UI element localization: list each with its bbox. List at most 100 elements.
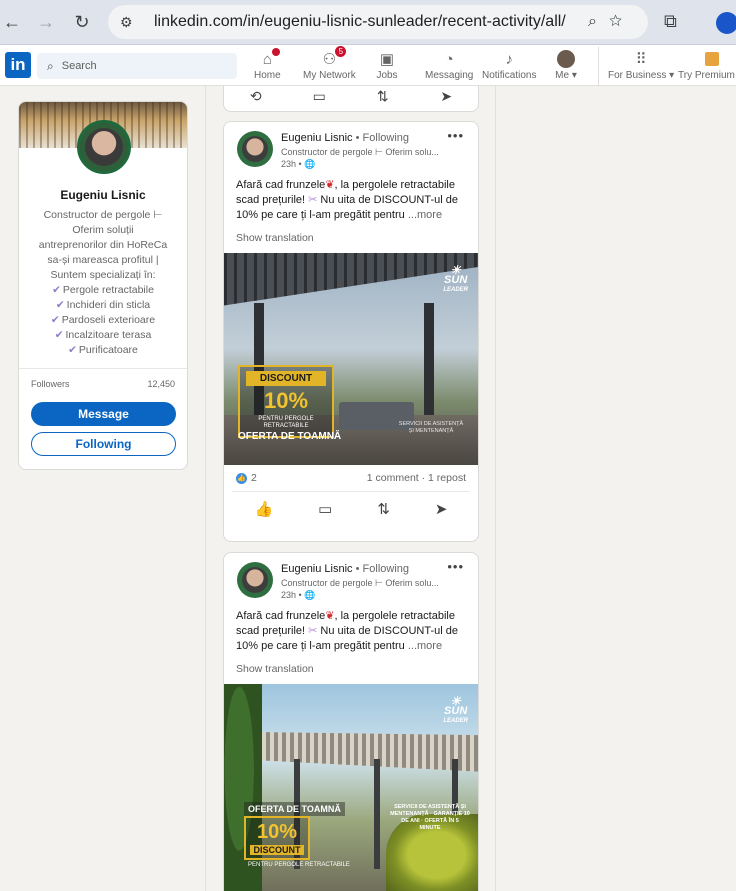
- right-empty-area: [497, 86, 736, 891]
- nav-try-premium[interactable]: Try Premium fo: [678, 50, 736, 81]
- url-text: linkedin.com/in/eugeniu-lisnic-sunleader…: [154, 13, 566, 30]
- author-avatar[interactable]: [237, 562, 273, 598]
- author-subtitle: Constructor de pergole ⊢ Oferim solu...: [281, 578, 439, 588]
- reload-icon[interactable]: ↻: [70, 10, 94, 34]
- specialty-item: ✔ Incalzitoare terasa: [54, 329, 152, 341]
- network-icon: ⚇ 5: [318, 46, 347, 68]
- nav-divider: [598, 47, 599, 85]
- home-dot-badge: [272, 48, 281, 56]
- specialty-item: ✔ Pardoseli exterioare: [50, 314, 156, 326]
- promo-box: DISCOUNT 10% PENTRU PERGOLE RETRACTABILE: [238, 365, 334, 438]
- avatar-icon: [555, 50, 577, 68]
- comment-repost-count[interactable]: 1 comment · 1 repost: [367, 472, 466, 484]
- nav-home[interactable]: ⌂ Home: [254, 48, 281, 81]
- nav-for-business[interactable]: ⠿ For Business ▾: [608, 50, 674, 81]
- profile-name[interactable]: Eugeniu Lisnic: [19, 188, 187, 202]
- chat-icon: ◔: [444, 50, 454, 68]
- check-icon: ✔: [68, 344, 77, 356]
- post-action-bar: 👍 ▭ ⇅ ➤: [232, 491, 470, 527]
- nav-my-network[interactable]: ⚇ 5 My Network: [303, 46, 356, 81]
- show-translation-link[interactable]: Show translation: [224, 654, 478, 675]
- promo-box: 10% DISCOUNT: [244, 816, 310, 860]
- maple-leaf-icon: ❦: [325, 610, 335, 622]
- forward-arrow-icon[interactable]: →: [34, 10, 58, 34]
- nav-home-label: Home: [254, 70, 281, 81]
- profile-avatar[interactable]: [77, 120, 131, 174]
- search-input[interactable]: ⌕ Search: [37, 53, 237, 79]
- headline-line: Suntem specializați în:: [50, 269, 156, 281]
- back-arrow-icon[interactable]: ←: [0, 10, 24, 34]
- check-icon: ✔: [50, 314, 60, 326]
- author-avatar[interactable]: [237, 131, 273, 167]
- search-placeholder: Search: [61, 60, 97, 72]
- post-header: Eugeniu Lisnic • Following Constructor d…: [224, 122, 478, 172]
- address-bar[interactable]: ⚙ linkedin.com/in/eugeniu-lisnic-sunlead…: [108, 5, 648, 39]
- nav-notifications-label: Notifications: [482, 70, 537, 81]
- like-icon[interactable]: ⟲: [241, 88, 271, 105]
- bookmark-star-icon[interactable]: ☆: [609, 13, 634, 30]
- nav-jobs-label: Jobs: [376, 70, 398, 81]
- sunleader-logo: ☀ SUN LEADER: [443, 263, 468, 293]
- repost-icon[interactable]: ⇅: [368, 88, 398, 105]
- zoom-icon[interactable]: ⌕: [588, 13, 609, 30]
- send-icon[interactable]: ➤: [435, 500, 448, 518]
- post-text: Afară cad frunzele❦, la pergolele retrac…: [236, 610, 458, 652]
- author-name[interactable]: Eugeniu Lisnic • Following: [281, 563, 409, 575]
- network-badge: 5: [335, 46, 347, 57]
- show-translation-link[interactable]: Show translation: [224, 223, 478, 244]
- see-more-link[interactable]: ...more: [408, 640, 442, 652]
- promo-offer-text: OFERTA DE TOAMNĂ: [238, 431, 342, 442]
- repost-icon[interactable]: ⇅: [377, 500, 390, 518]
- globe-icon: 🌐: [304, 590, 316, 600]
- linkedin-navbar: in ⌕ Search ⌂ Home ⚇ 5 My Network ▣ Jobs …: [0, 45, 736, 86]
- promo-side-note: SERVICII DE ASISTENȚĂ ȘI MENTENANȚĂ: [398, 421, 464, 434]
- search-icon: ⌕: [47, 58, 54, 73]
- post-image[interactable]: ☀ SUN LEADER DISCOUNT 10% PENTRU PERGOLE R…: [224, 253, 478, 465]
- see-more-link[interactable]: ...more: [408, 209, 442, 221]
- post-time: 23h • 🌐: [281, 590, 316, 600]
- headline-line: Constructor de pergole ⊢: [43, 209, 163, 221]
- grid-icon: ⠿: [635, 51, 647, 68]
- sunleader-logo: ☀ SUN LEADER: [443, 694, 468, 724]
- more-options-icon[interactable]: •••: [447, 559, 464, 574]
- home-icon: ⌂: [256, 48, 281, 68]
- thumbs-up-icon: 👍: [236, 472, 247, 484]
- tag-emoji-icon: ✂: [308, 194, 318, 206]
- premium-icon: [701, 50, 723, 68]
- nav-notifications[interactable]: ♪ Notifications: [482, 50, 537, 82]
- like-icon[interactable]: 👍: [254, 500, 273, 518]
- profile-headline: Constructor de pergole ⊢ Oferim soluții …: [29, 208, 177, 358]
- maple-leaf-icon: ❦: [325, 179, 335, 191]
- author-subtitle: Constructor de pergole ⊢ Oferim solu...: [281, 147, 439, 157]
- browser-profile-icon[interactable]: [716, 12, 736, 34]
- nav-jobs[interactable]: ▣ Jobs: [376, 50, 398, 81]
- message-button[interactable]: Message: [31, 402, 176, 426]
- promo-small-text: PENTRU PERGOLE RETRACTABILE: [248, 862, 350, 868]
- followers-count: 12,450: [147, 379, 175, 389]
- linkedin-logo-icon[interactable]: in: [5, 52, 31, 78]
- previous-post-actions: ⟲ ▭ ⇅ ➤: [223, 86, 479, 112]
- specialty-item: ✔ Pergole retractabile: [52, 284, 154, 296]
- post-image[interactable]: ☀ SUN LEADER OFERTA DE TOAMNĂ 10% DISCOUNT…: [224, 684, 478, 891]
- nav-try-premium-label: Try Premium fo: [678, 70, 736, 81]
- nav-messaging[interactable]: ◔ Messaging: [425, 50, 473, 82]
- browser-toolbar: ← → ↻ ⚙ linkedin.com/in/eugeniu-lisnic-s…: [0, 0, 736, 45]
- extensions-icon[interactable]: ⧉: [664, 11, 677, 32]
- nav-for-business-label: For Business ▾: [608, 70, 675, 81]
- globe-icon: 🌐: [304, 159, 316, 169]
- site-info-icon[interactable]: ⚙: [120, 14, 142, 31]
- post-card: Eugeniu Lisnic • Following Constructor d…: [223, 121, 479, 542]
- nav-me[interactable]: Me ▾: [555, 50, 577, 81]
- post-header: Eugeniu Lisnic • Following Constructor d…: [224, 553, 478, 603]
- author-name[interactable]: Eugeniu Lisnic • Following: [281, 132, 409, 144]
- bell-icon: ♪: [505, 50, 513, 68]
- like-count[interactable]: 👍 2: [236, 472, 257, 484]
- service-note: SERVICII DE ASISTENȚĂ ȘI MENTENANȚĂ · GA…: [390, 804, 470, 831]
- more-options-icon[interactable]: •••: [447, 128, 464, 143]
- comment-icon[interactable]: ▭: [318, 500, 332, 518]
- following-button[interactable]: Following: [31, 432, 176, 456]
- post-time: 23h • 🌐: [281, 159, 316, 169]
- send-icon[interactable]: ➤: [431, 88, 461, 105]
- followers-label: Followers: [31, 379, 70, 389]
- comment-icon[interactable]: ▭: [304, 88, 334, 105]
